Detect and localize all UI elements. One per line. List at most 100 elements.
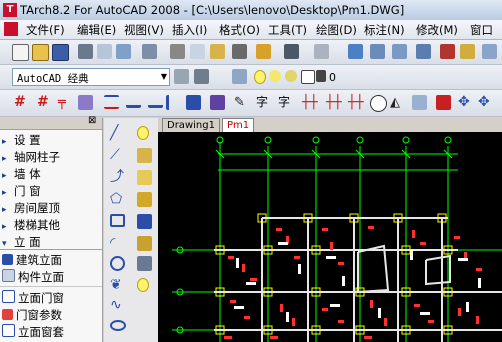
wall-single-icon[interactable] bbox=[126, 95, 141, 108]
redo-icon[interactable] bbox=[314, 44, 329, 59]
brush-icon[interactable] bbox=[256, 44, 271, 59]
axis-column-icon[interactable]: # bbox=[37, 95, 52, 110]
layer-tool-icon[interactable] bbox=[436, 95, 451, 110]
column-icon[interactable] bbox=[210, 95, 225, 110]
region-icon[interactable] bbox=[137, 214, 152, 229]
menu-tools[interactable]: 工具(T) bbox=[268, 22, 307, 38]
layer-linetype-icon[interactable] bbox=[316, 70, 326, 82]
panel-item-label: 门窗参数 bbox=[16, 308, 62, 322]
gradient-icon[interactable] bbox=[137, 256, 152, 271]
wall-thick-icon[interactable] bbox=[148, 95, 163, 108]
workspace-dropdown[interactable]: AutoCAD 经典 ▼ bbox=[12, 68, 170, 86]
panel-item-wall[interactable]: ▸ 墙 体 bbox=[2, 166, 41, 182]
axis-label-icon[interactable]: ╤ bbox=[58, 95, 73, 110]
workspace-save-icon[interactable] bbox=[194, 69, 209, 84]
menu-dimension[interactable]: 标注(N) bbox=[364, 22, 405, 38]
panel-item-rooms[interactable]: ▸ 房间屋顶 bbox=[2, 200, 60, 216]
xline-icon[interactable]: ⟋ bbox=[110, 148, 125, 163]
new-file-icon[interactable] bbox=[12, 44, 29, 61]
menu-modify[interactable]: 修改(M) bbox=[416, 22, 458, 38]
paste-icon[interactable] bbox=[210, 44, 225, 59]
panel-sub-window-trim[interactable]: 立面窗套 bbox=[2, 324, 64, 340]
panel-sub-door-params[interactable]: 门窗参数 bbox=[2, 307, 62, 323]
menu-edit[interactable]: 编辑(E) bbox=[77, 22, 116, 38]
rectangle-icon[interactable] bbox=[110, 214, 125, 227]
spline-icon[interactable]: ∿ bbox=[110, 298, 125, 313]
line-icon[interactable]: ╱ bbox=[110, 126, 125, 141]
zoom-realtime-icon[interactable] bbox=[370, 44, 385, 59]
wall-icon[interactable] bbox=[104, 95, 119, 109]
axis-icon[interactable]: # bbox=[14, 95, 29, 110]
plot-icon[interactable] bbox=[142, 44, 157, 59]
print-preview-icon[interactable] bbox=[97, 44, 112, 59]
dim-chain-icon[interactable]: ┼┼ bbox=[302, 95, 318, 110]
publish-icon[interactable] bbox=[116, 44, 131, 59]
design-center-icon[interactable] bbox=[460, 44, 475, 59]
copy-icon[interactable] bbox=[190, 44, 205, 59]
move-icon[interactable]: ✥ bbox=[458, 95, 473, 110]
text-icon[interactable]: 字 bbox=[256, 95, 271, 110]
pan-icon[interactable] bbox=[348, 44, 363, 59]
dim-wall-icon[interactable]: ┼┼ bbox=[348, 95, 364, 110]
edit-axis-icon[interactable] bbox=[78, 95, 93, 110]
arc-icon[interactable]: ◜ bbox=[110, 236, 125, 251]
layer-color-icon[interactable] bbox=[301, 70, 315, 84]
menu-file[interactable]: 文件(F) bbox=[26, 22, 65, 38]
symbol-circle-icon[interactable] bbox=[370, 95, 387, 112]
tab-pm1[interactable]: Pm1 bbox=[222, 118, 255, 132]
sun-icon[interactable] bbox=[269, 70, 281, 82]
panel-sub-elevation-doors[interactable]: 立面门窗 bbox=[2, 290, 64, 306]
print-icon[interactable] bbox=[78, 44, 93, 59]
freeze-icon[interactable] bbox=[285, 70, 297, 82]
window-icon[interactable] bbox=[186, 95, 201, 110]
document-icon[interactable] bbox=[4, 22, 18, 36]
table-text-icon[interactable]: 字 bbox=[278, 95, 293, 110]
section-icon[interactable] bbox=[412, 95, 427, 110]
panel-sub-component-elevation[interactable]: 构件立面 bbox=[2, 269, 64, 285]
panel-item-stairs[interactable]: ▸ 楼梯其他 bbox=[2, 217, 60, 233]
panel-item-settings[interactable]: ▸ 设 置 bbox=[2, 132, 41, 148]
cut-icon[interactable] bbox=[170, 44, 185, 59]
panel-item-doors[interactable]: ▸ 门 窗 bbox=[2, 183, 41, 199]
move-copy-icon[interactable]: ✥ bbox=[478, 95, 493, 110]
open-folder-icon[interactable] bbox=[32, 44, 49, 61]
drawing-canvas[interactable] bbox=[158, 132, 502, 342]
layer-manager-icon[interactable] bbox=[232, 69, 247, 84]
ellipse-icon[interactable] bbox=[110, 320, 126, 331]
menu-window[interactable]: 窗口 bbox=[470, 22, 493, 38]
save-icon[interactable] bbox=[52, 44, 69, 61]
tab-drawing1[interactable]: Drawing1 bbox=[162, 118, 220, 132]
menu-format[interactable]: 格式(O) bbox=[219, 22, 260, 38]
properties-icon[interactable] bbox=[440, 44, 455, 59]
layer-name[interactable]: 0 bbox=[329, 71, 336, 84]
panel-item-axis[interactable]: ▸ 轴网柱子 bbox=[2, 149, 60, 165]
menu-draw[interactable]: 绘图(D) bbox=[316, 22, 357, 38]
bulb-icon[interactable] bbox=[137, 278, 149, 292]
panel-sub-building-elevation[interactable]: 建筑立面 bbox=[2, 252, 62, 268]
menu-view[interactable]: 视图(V) bbox=[124, 22, 164, 38]
zoom-previous-icon[interactable] bbox=[416, 44, 431, 59]
workspace-settings-icon[interactable] bbox=[174, 69, 189, 84]
chevron-right-icon: ▸ bbox=[2, 205, 7, 215]
menu-insert[interactable]: 插入(I) bbox=[172, 22, 207, 38]
dim-door-icon[interactable]: ┼┼ bbox=[326, 95, 342, 110]
elevation-icon[interactable]: ◭ bbox=[390, 95, 405, 110]
match-properties-icon[interactable] bbox=[232, 44, 247, 59]
layer-state-icon[interactable] bbox=[137, 148, 152, 163]
polyline-icon[interactable]: ⤴ bbox=[110, 170, 125, 185]
dimension-icon[interactable]: ✎ bbox=[234, 95, 249, 110]
revcloud-icon[interactable]: ❦ bbox=[110, 278, 125, 293]
tool-palette-icon[interactable] bbox=[482, 44, 497, 59]
polygon-icon[interactable]: ⬠ bbox=[110, 192, 125, 207]
table-icon[interactable] bbox=[137, 236, 152, 251]
panel-item-elevation[interactable]: ▾ 立 面 bbox=[2, 234, 41, 250]
undo-icon[interactable] bbox=[284, 44, 299, 59]
zoom-window-icon[interactable] bbox=[392, 44, 407, 59]
bulb-icon[interactable] bbox=[254, 70, 266, 84]
bulb-icon[interactable] bbox=[137, 126, 149, 140]
close-icon[interactable]: ⊠ bbox=[88, 115, 96, 126]
circle-icon[interactable] bbox=[110, 256, 125, 271]
block-icon[interactable] bbox=[137, 192, 152, 207]
wall-vertical-icon[interactable] bbox=[166, 95, 179, 110]
hatch-icon[interactable] bbox=[137, 170, 152, 185]
